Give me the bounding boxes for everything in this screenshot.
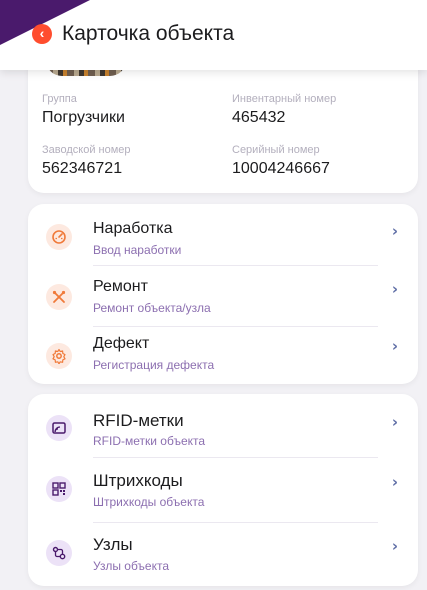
list-item-runtime[interactable]: Наработка Ввод наработки › xyxy=(28,204,418,266)
list-item-nodes[interactable]: Узлы Узлы объекта › xyxy=(28,522,418,584)
chevron-right-icon: › xyxy=(391,280,398,298)
chevron-left-icon: ‹ xyxy=(39,25,45,41)
qr-code-icon xyxy=(46,476,72,502)
row-subtitle: Ремонт объекта/узла xyxy=(93,301,211,315)
chevron-right-icon: › xyxy=(391,222,398,240)
row-title: Штрихкоды xyxy=(93,471,183,490)
list-item-rfid[interactable]: RFID-метки RFID-метки объекта › xyxy=(28,394,418,456)
row-subtitle: RFID-метки объекта xyxy=(93,434,206,448)
group-label: Группа xyxy=(42,93,77,105)
gauge-icon xyxy=(46,224,72,250)
serial-number-value: 10004246667 xyxy=(232,160,330,177)
inventory-label: Инвентарный номер xyxy=(232,93,337,105)
list-item-barcodes[interactable]: Штрихкоды Штрихкоды объекта › xyxy=(28,458,418,520)
inventory-value: 465432 xyxy=(232,109,286,126)
inventory-field: Инвентарный номер 465432 xyxy=(232,93,336,127)
chevron-right-icon: › xyxy=(391,537,398,555)
back-button[interactable]: ‹ xyxy=(32,24,52,44)
row-title: Ремонт xyxy=(93,278,148,295)
actions-card: Наработка Ввод наработки › Ремонт Ремонт… xyxy=(28,204,418,384)
group-field: Группа Погрузчики xyxy=(42,93,125,127)
chevron-right-icon: › xyxy=(391,413,398,431)
row-title: Наработка xyxy=(93,220,173,237)
factory-number-label: Заводской номер xyxy=(42,144,131,156)
row-subtitle: Регистрация дефекта xyxy=(93,358,215,372)
factory-number-value: 562346721 xyxy=(42,160,123,177)
list-item-defect[interactable]: Дефект Регистрация дефекта › xyxy=(28,324,418,386)
row-title: RFID-метки xyxy=(93,411,184,430)
nodes-icon xyxy=(46,540,72,566)
serial-number-label: Серийный номер xyxy=(232,144,320,156)
row-subtitle: Штрихкоды объекта xyxy=(93,495,205,509)
links-card: RFID-метки RFID-метки объекта › Штрихкод… xyxy=(28,394,418,586)
page-title: Карточка объекта xyxy=(62,22,235,45)
row-title: Дефект xyxy=(93,335,150,352)
tools-icon xyxy=(46,284,72,310)
row-title: Узлы xyxy=(93,535,133,554)
chevron-right-icon: › xyxy=(391,337,398,355)
gear-icon xyxy=(46,343,72,369)
factory-number-field: Заводской номер 562346721 xyxy=(42,144,131,178)
object-info-card: Группа Погрузчики Инвентарный номер 4654… xyxy=(28,50,418,193)
group-value: Погрузчики xyxy=(42,109,125,126)
list-item-repair[interactable]: Ремонт Ремонт объекта/узла › xyxy=(28,266,418,328)
row-subtitle: Ввод наработки xyxy=(93,243,182,257)
rfid-icon xyxy=(46,415,72,441)
serial-number-field: Серийный номер 10004246667 xyxy=(232,144,330,178)
header-bar: ‹ Карточка объекта xyxy=(0,0,427,70)
row-subtitle: Узлы объекта xyxy=(93,559,170,573)
chevron-right-icon: › xyxy=(391,473,398,491)
